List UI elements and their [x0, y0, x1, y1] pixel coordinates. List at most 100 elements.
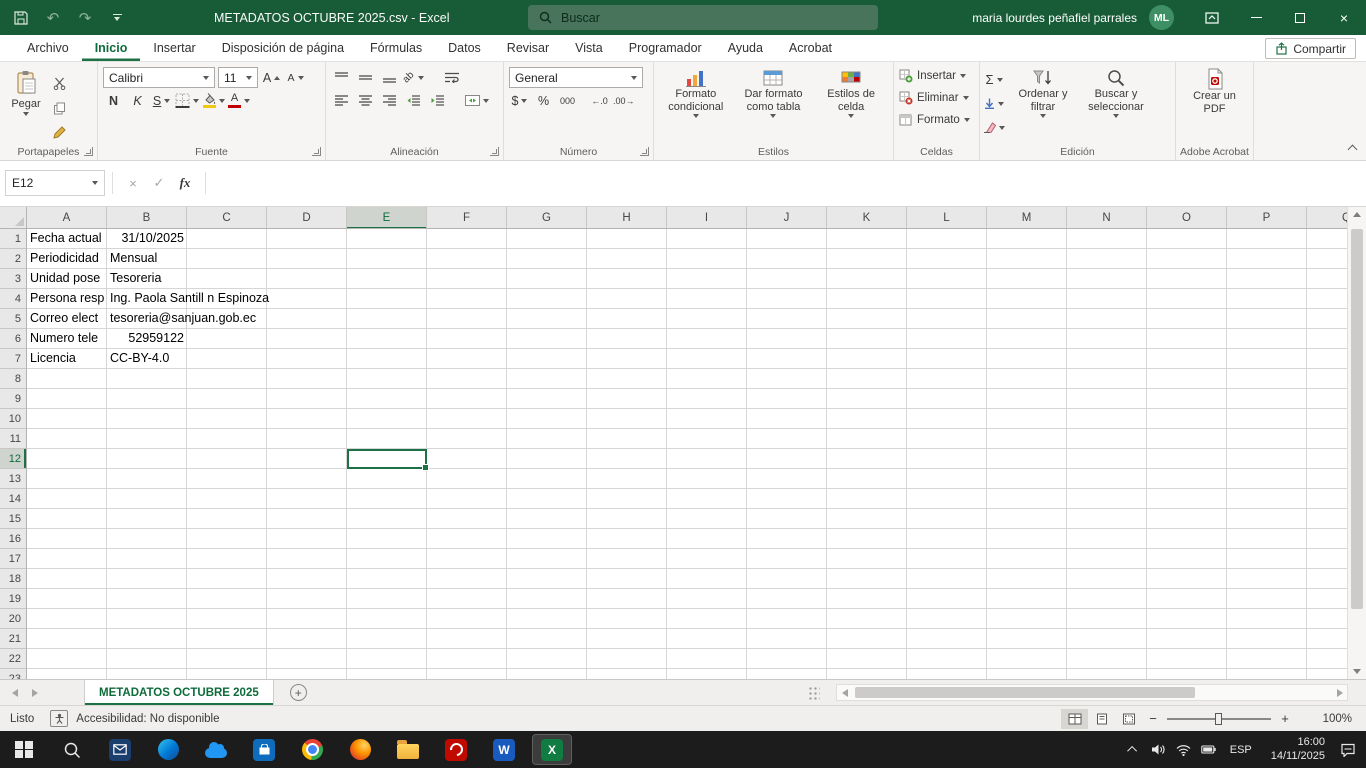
cell-A4[interactable]: Persona resp	[27, 289, 107, 309]
clipboard-dialog-launcher[interactable]	[84, 147, 93, 156]
next-sheet-icon[interactable]	[32, 689, 38, 697]
row-header-10[interactable]: 10	[0, 409, 26, 429]
cell-A3[interactable]: Unidad pose	[27, 269, 107, 289]
column-header-O[interactable]: O	[1147, 207, 1227, 229]
zoom-out-button[interactable]: −	[1142, 711, 1164, 726]
row-header-1[interactable]: 1	[0, 229, 26, 249]
start-button[interactable]	[0, 731, 48, 768]
tab-revisar[interactable]: Revisar	[494, 35, 562, 61]
taskbar-file-explorer-button[interactable]	[384, 731, 432, 768]
tab-vista[interactable]: Vista	[562, 35, 616, 61]
taskbar-word-button[interactable]: W	[480, 731, 528, 768]
row-header-3[interactable]: 3	[0, 269, 26, 289]
row-header-9[interactable]: 9	[0, 389, 26, 409]
currency-format-button[interactable]: $	[509, 90, 530, 111]
cell-B2[interactable]: Mensual	[107, 249, 187, 269]
avatar[interactable]: ML	[1149, 5, 1174, 30]
cell-B3[interactable]: Tesoreria	[107, 269, 187, 289]
taskbar-clock[interactable]: 16:00 14/11/2025	[1271, 736, 1325, 763]
normal-view-button[interactable]	[1061, 709, 1088, 729]
tab-formulas[interactable]: Fórmulas	[357, 35, 435, 61]
align-right-button[interactable]	[379, 90, 400, 111]
cut-button[interactable]	[49, 73, 70, 94]
tab-datos[interactable]: Datos	[435, 35, 494, 61]
cell-B7[interactable]: CC-BY-4.0	[107, 349, 187, 369]
font-dialog-launcher[interactable]	[312, 147, 321, 156]
row-header-21[interactable]: 21	[0, 629, 26, 649]
row-header-11[interactable]: 11	[0, 429, 26, 449]
tab-archivo[interactable]: Archivo	[14, 35, 82, 61]
undo-button[interactable]: ↶	[38, 3, 68, 33]
cell-A6[interactable]: Numero tele	[27, 329, 107, 349]
number-format-combo[interactable]: General	[509, 67, 643, 88]
vertical-scroll-thumb[interactable]	[1351, 229, 1363, 609]
paste-button[interactable]: Pegar	[3, 65, 49, 143]
thousands-format-button[interactable]: 000	[557, 90, 578, 111]
row-header-19[interactable]: 19	[0, 589, 26, 609]
cell-B5[interactable]: tesoreria@sanjuan.gob.ec	[107, 309, 187, 329]
accessibility-icon[interactable]	[50, 710, 68, 727]
cell-B1[interactable]: 31/10/2025	[107, 229, 187, 249]
row-header-12[interactable]: 12	[0, 449, 26, 469]
row-header-22[interactable]: 22	[0, 649, 26, 669]
delete-cells-button[interactable]: Eliminar	[897, 87, 976, 109]
tray-battery-button[interactable]	[1196, 731, 1221, 768]
find-select-button[interactable]: Buscar y seleccionar	[1079, 65, 1153, 143]
zoom-slider-thumb[interactable]	[1215, 713, 1222, 725]
vertical-scrollbar[interactable]	[1347, 207, 1366, 679]
search-box[interactable]: Buscar	[528, 5, 878, 30]
decrease-indent-button[interactable]	[403, 90, 424, 111]
alignment-dialog-launcher[interactable]	[490, 147, 499, 156]
increase-decimal-button[interactable]: ←.0	[589, 90, 610, 111]
page-break-view-button[interactable]	[1115, 709, 1142, 729]
redo-button[interactable]: ↷	[70, 3, 100, 33]
row-header-16[interactable]: 16	[0, 529, 26, 549]
zoom-in-button[interactable]: +	[1274, 711, 1296, 726]
taskbar-chrome-button[interactable]	[288, 731, 336, 768]
merge-center-button[interactable]	[465, 90, 489, 111]
column-header-C[interactable]: C	[187, 207, 267, 229]
sheet-tab-active[interactable]: METADATOS OCTUBRE 2025	[84, 680, 274, 705]
underline-button[interactable]: S	[151, 90, 172, 111]
column-header-B[interactable]: B	[107, 207, 187, 229]
cell-B6[interactable]: 52959122	[107, 329, 187, 349]
copy-button[interactable]	[49, 98, 70, 119]
row-header-6[interactable]: 6	[0, 329, 26, 349]
close-button[interactable]: ×	[1322, 0, 1366, 35]
borders-button[interactable]	[175, 90, 199, 111]
font-size-combo[interactable]: 11	[218, 67, 258, 88]
notification-center-button[interactable]	[1335, 731, 1360, 768]
orientation-button[interactable]: ab	[403, 67, 424, 88]
cell-A5[interactable]: Correo elect	[27, 309, 107, 329]
page-layout-view-button[interactable]	[1088, 709, 1115, 729]
column-header-F[interactable]: F	[427, 207, 507, 229]
cell-styles-button[interactable]: Estilos de celda	[813, 65, 889, 143]
scroll-up-icon[interactable]	[1353, 212, 1361, 217]
insert-function-button[interactable]: fx	[172, 170, 198, 196]
row-header-5[interactable]: 5	[0, 309, 26, 329]
row-header-13[interactable]: 13	[0, 469, 26, 489]
row-header-4[interactable]: 4	[0, 289, 26, 309]
collapse-ribbon-icon[interactable]	[1348, 145, 1358, 155]
row-header-8[interactable]: 8	[0, 369, 26, 389]
align-left-button[interactable]	[331, 90, 352, 111]
column-header-H[interactable]: H	[587, 207, 667, 229]
format-painter-button[interactable]	[49, 122, 70, 143]
row-header-20[interactable]: 20	[0, 609, 26, 629]
tray-network-button[interactable]	[1171, 731, 1196, 768]
minimize-button[interactable]	[1234, 0, 1278, 35]
fill-color-button[interactable]	[202, 90, 225, 111]
name-box[interactable]: E12	[5, 170, 105, 196]
scroll-right-icon[interactable]	[1337, 689, 1343, 697]
taskbar-search-button[interactable]	[48, 731, 96, 768]
autosum-button[interactable]: Σ	[983, 69, 1005, 90]
cancel-entry-button[interactable]: ×	[120, 170, 146, 196]
fill-button[interactable]	[983, 93, 1005, 114]
taskbar-firefox-button[interactable]	[336, 731, 384, 768]
number-dialog-launcher[interactable]	[640, 147, 649, 156]
column-header-D[interactable]: D	[267, 207, 347, 229]
tab-ayuda[interactable]: Ayuda	[715, 35, 776, 61]
increase-indent-button[interactable]	[427, 90, 448, 111]
row-header-23[interactable]: 23	[0, 669, 26, 679]
cells-layer[interactable]: Fecha actual31/10/2025PeriodicidadMensua…	[27, 229, 1347, 679]
